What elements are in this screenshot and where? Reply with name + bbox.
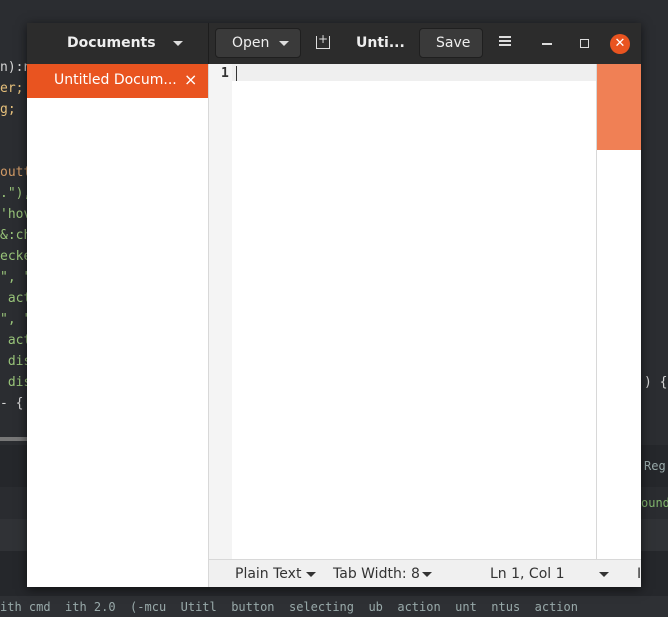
bg-code-line: g; xyxy=(0,102,16,117)
cursor-position-selector[interactable]: Ln 1, Col 1 xyxy=(490,566,565,582)
close-document-icon[interactable]: × xyxy=(184,70,197,89)
tab-width-selector[interactable]: Tab Width: 8 xyxy=(333,566,420,582)
chevron-down-icon xyxy=(173,41,183,46)
new-tab-button[interactable] xyxy=(307,28,337,58)
current-line-highlight xyxy=(232,64,596,81)
bg-scrollbar[interactable] xyxy=(0,437,28,441)
chevron-down-icon xyxy=(599,572,609,577)
close-window-button[interactable]: ✕ xyxy=(610,34,630,54)
headerbar: Documents Open Unti... Save ✕ xyxy=(27,23,641,64)
bg-code-line: er; xyxy=(0,81,24,96)
bg-statusbar: ith cmd ith 2.0 (-mcu Utitl button selec… xyxy=(0,596,668,617)
hamburger-menu-icon[interactable] xyxy=(499,36,511,46)
text-editor[interactable]: 1 xyxy=(209,64,596,559)
bg-label: ound xyxy=(641,496,668,510)
documents-menu-button[interactable]: Documents xyxy=(27,23,209,64)
minimap[interactable] xyxy=(596,64,641,559)
line-number-gutter: 1 xyxy=(209,64,232,559)
save-label: Save xyxy=(436,35,471,51)
documents-sidebar: Untitled Docum... × xyxy=(27,64,209,587)
insert-mode-indicator: I xyxy=(637,566,641,582)
open-label: Open xyxy=(232,35,270,51)
chevron-down-icon xyxy=(279,41,289,46)
line-number: 1 xyxy=(221,66,229,81)
bg-label: Reg xyxy=(644,459,666,473)
sidebar-item-document[interactable]: Untitled Docum... × xyxy=(27,64,208,98)
chevron-down-icon xyxy=(306,572,316,577)
minimize-icon[interactable] xyxy=(542,43,552,45)
text-cursor xyxy=(236,66,237,81)
statusbar: Plain Text Tab Width: 8 Ln 1, Col 1 I xyxy=(209,559,641,587)
chevron-down-icon xyxy=(422,572,432,577)
close-icon: ✕ xyxy=(614,36,626,51)
minimap-viewport[interactable] xyxy=(597,64,641,150)
documents-label: Documents xyxy=(67,35,156,51)
window-title: Unti... xyxy=(356,35,405,51)
gedit-window: Documents Open Unti... Save ✕ Untitled D… xyxy=(27,23,641,587)
maximize-icon[interactable] xyxy=(580,39,589,48)
open-button[interactable]: Open xyxy=(215,28,301,58)
bg-status-text: ith cmd ith 2.0 (-mcu Utitl button selec… xyxy=(0,600,578,614)
language-selector[interactable]: Plain Text xyxy=(235,566,301,582)
save-button[interactable]: Save xyxy=(419,28,483,58)
new-tab-icon xyxy=(316,32,330,49)
document-label: Untitled Docum... xyxy=(54,72,177,88)
bg-code-right: ) { xyxy=(644,375,668,390)
bg-code-line: - { xyxy=(0,396,24,411)
